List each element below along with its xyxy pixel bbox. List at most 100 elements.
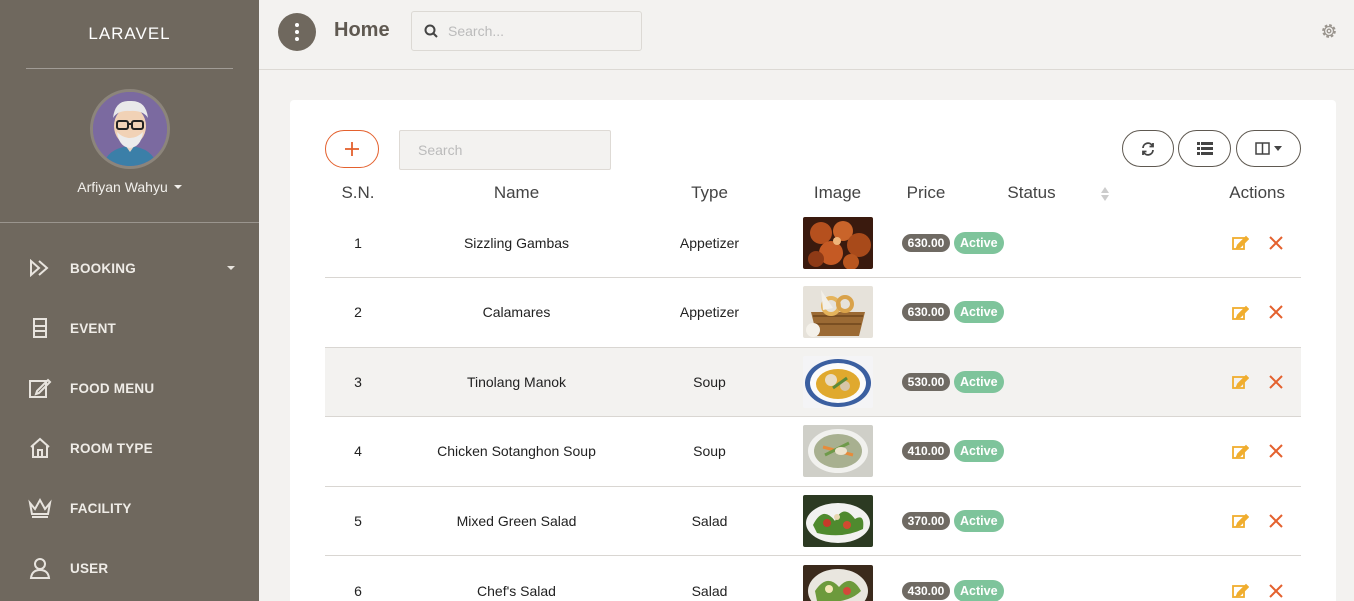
sidebar-item-food-menu[interactable]: FOOD MENU xyxy=(0,358,259,418)
food-image[interactable] xyxy=(802,425,873,478)
status-badge: Active xyxy=(954,509,1004,532)
status-badge: Active xyxy=(954,301,1004,324)
cell-name: Chicken Sotanghon Soup xyxy=(391,416,642,486)
gear-icon[interactable] xyxy=(1320,22,1338,40)
cell-type: Soup xyxy=(642,416,777,486)
edit-icon[interactable] xyxy=(1232,444,1249,459)
column-header-image[interactable]: Image xyxy=(777,178,898,208)
table-search-input[interactable] xyxy=(399,130,611,170)
sidebar-item-label: BOOKING xyxy=(70,260,136,276)
cell-status: Active xyxy=(954,346,1109,417)
edit-icon[interactable] xyxy=(1232,513,1249,529)
food-image[interactable] xyxy=(802,494,873,547)
food-table: S.N. Name Type Image Price Status Action… xyxy=(325,178,1301,601)
edit-icon[interactable] xyxy=(1232,583,1249,598)
user-name: Arfiyan Wahyu xyxy=(77,179,168,195)
cell-spacer xyxy=(1109,277,1159,347)
sidebar-item-label: EVENT xyxy=(70,320,117,336)
more-menu-button[interactable] xyxy=(278,13,316,51)
sort-icon[interactable] xyxy=(1101,187,1109,201)
table-row[interactable]: 5 Mixed Green Salad Salad 370.00 Active xyxy=(325,485,1301,556)
delete-icon[interactable] xyxy=(1269,235,1283,250)
room-type-icon xyxy=(26,434,54,462)
chevron-down-icon xyxy=(227,266,235,270)
cell-price: 410.00 xyxy=(898,416,954,486)
plus-icon xyxy=(345,142,359,156)
cell-sn: 4 xyxy=(325,416,391,486)
status-badge: Active xyxy=(954,579,1004,601)
cell-status: Active xyxy=(954,555,1109,601)
table-row[interactable]: 6 Chef's Salad Salad 430.00 Active xyxy=(325,555,1301,601)
cell-name: Mixed Green Salad xyxy=(391,485,642,556)
table-row[interactable]: 4 Chicken Sotanghon Soup Soup 410.00 Act… xyxy=(325,416,1301,486)
cell-name: Sizzling Gambas xyxy=(463,234,570,251)
event-icon xyxy=(26,314,54,342)
food-image[interactable] xyxy=(802,286,873,339)
food-image[interactable] xyxy=(802,216,873,269)
sidebar-item-booking[interactable]: BOOKING xyxy=(0,238,259,298)
search-input[interactable] xyxy=(448,23,628,39)
delete-icon[interactable] xyxy=(1269,375,1283,389)
cell-image xyxy=(777,485,898,556)
edit-icon[interactable] xyxy=(1232,374,1249,390)
sidebar-item-facility[interactable]: FACILITY xyxy=(0,478,259,538)
sidebar: LARAVEL Arfiyan Wahyu BOOKING EVENT FOOD… xyxy=(0,0,259,601)
food-menu-icon xyxy=(26,374,54,402)
price-badge: 530.00 xyxy=(901,372,951,391)
sidebar-item-room-type[interactable]: ROOM TYPE xyxy=(0,418,259,478)
add-button[interactable] xyxy=(325,130,379,168)
cell-spacer xyxy=(1109,346,1159,417)
brand-logo[interactable]: LARAVEL xyxy=(0,0,259,68)
sidebar-item-label: FOOD MENU xyxy=(70,380,155,396)
edit-icon[interactable] xyxy=(1232,305,1249,320)
column-header-status[interactable]: Status xyxy=(954,178,1109,208)
cell-status: Active xyxy=(954,485,1109,556)
sidebar-item-event[interactable]: EVENT xyxy=(0,298,259,358)
cell-actions xyxy=(1159,277,1301,347)
user-menu[interactable]: Arfiyan Wahyu xyxy=(77,179,182,195)
cell-actions xyxy=(1159,416,1301,486)
table-row[interactable]: 3 Tinolang Manok Soup 530.00 Active xyxy=(325,346,1301,417)
refresh-icon xyxy=(1142,141,1154,156)
cell-spacer xyxy=(1109,485,1159,556)
food-image[interactable] xyxy=(802,564,873,601)
price-badge: 410.00 xyxy=(901,442,951,461)
edit-icon[interactable] xyxy=(1232,235,1249,250)
column-header-name[interactable]: Name xyxy=(391,178,642,208)
table-row[interactable]: 2 Calamares Appetizer 630.00 Active xyxy=(325,277,1301,347)
columns-toggle-button[interactable] xyxy=(1236,130,1301,167)
chevron-down-icon xyxy=(1274,146,1282,151)
cell-sn: 6 xyxy=(325,555,391,601)
cell-image xyxy=(777,346,898,417)
cell-type: Salad xyxy=(642,485,777,556)
delete-icon[interactable] xyxy=(1269,514,1283,528)
dot xyxy=(295,30,299,34)
cell-image xyxy=(777,208,898,278)
sidebar-item-user[interactable]: USER xyxy=(0,538,259,598)
column-header-sn[interactable]: S.N. xyxy=(325,178,391,208)
price-badge: 370.00 xyxy=(901,511,951,530)
table-row[interactable]: 1 Sizzling Gambas Appetizer 630.00 Activ… xyxy=(325,208,1301,278)
list-icon xyxy=(1196,142,1213,155)
dot xyxy=(295,37,299,41)
page-title: Home xyxy=(334,19,390,41)
cell-spacer xyxy=(1109,416,1159,486)
avatar[interactable] xyxy=(89,89,170,169)
column-header-price[interactable]: Price xyxy=(898,178,954,208)
delete-icon[interactable] xyxy=(1269,305,1283,319)
cell-price: 630.00 xyxy=(898,277,954,347)
sidebar-item-label: USER xyxy=(70,560,109,576)
food-image[interactable] xyxy=(802,355,873,408)
column-header-type[interactable]: Type xyxy=(642,178,777,208)
price-badge: 630.00 xyxy=(901,233,951,252)
header-search[interactable] xyxy=(411,11,642,51)
column-header-spacer xyxy=(1109,178,1159,208)
delete-icon[interactable] xyxy=(1269,583,1283,598)
column-header-actions: Actions xyxy=(1229,183,1285,202)
cell-sn: 5 xyxy=(325,485,391,556)
delete-icon[interactable] xyxy=(1269,444,1283,458)
refresh-button[interactable] xyxy=(1122,130,1174,167)
list-view-button[interactable] xyxy=(1178,130,1231,167)
cell-status: Active xyxy=(954,208,1109,278)
cell-spacer xyxy=(1109,208,1159,278)
